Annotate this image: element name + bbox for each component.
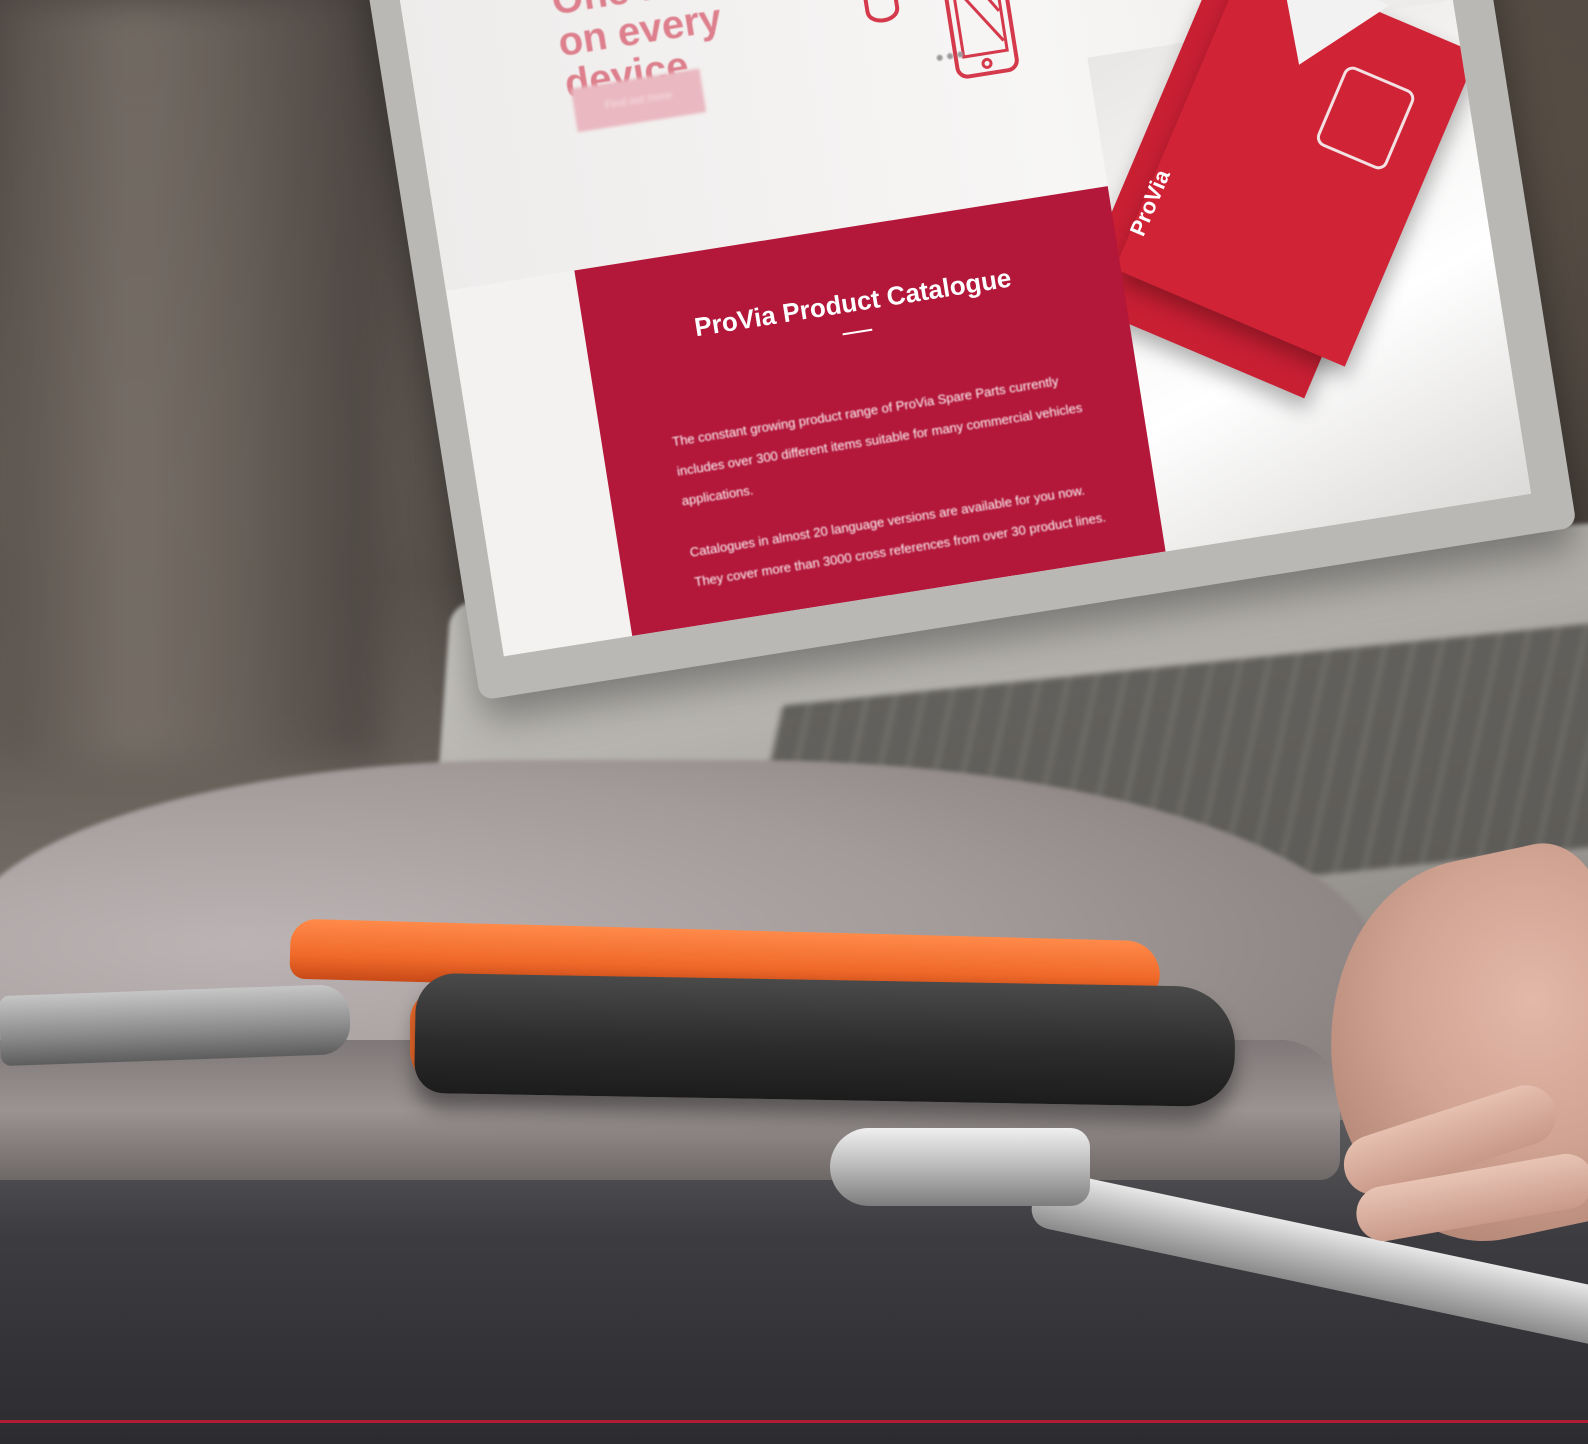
background-left-glow: [0, 0, 380, 760]
catalogue-title: ProVia Product Catalogue: [692, 262, 1014, 343]
bottom-accent-line: [0, 1420, 1588, 1423]
plier-handle-black: [414, 972, 1236, 1108]
brochure-badge-icon: [1313, 63, 1418, 173]
wrench-head: [830, 1128, 1090, 1206]
photo-scene: One Provia on every device Find out more: [0, 0, 1588, 1444]
catalogue-divider: [842, 328, 873, 336]
catalogue-text: The constant growing product range of Pr…: [670, 362, 1115, 619]
plier-jaw: [0, 983, 352, 1067]
laptop-screen: One Provia on every device Find out more: [394, 0, 1532, 657]
